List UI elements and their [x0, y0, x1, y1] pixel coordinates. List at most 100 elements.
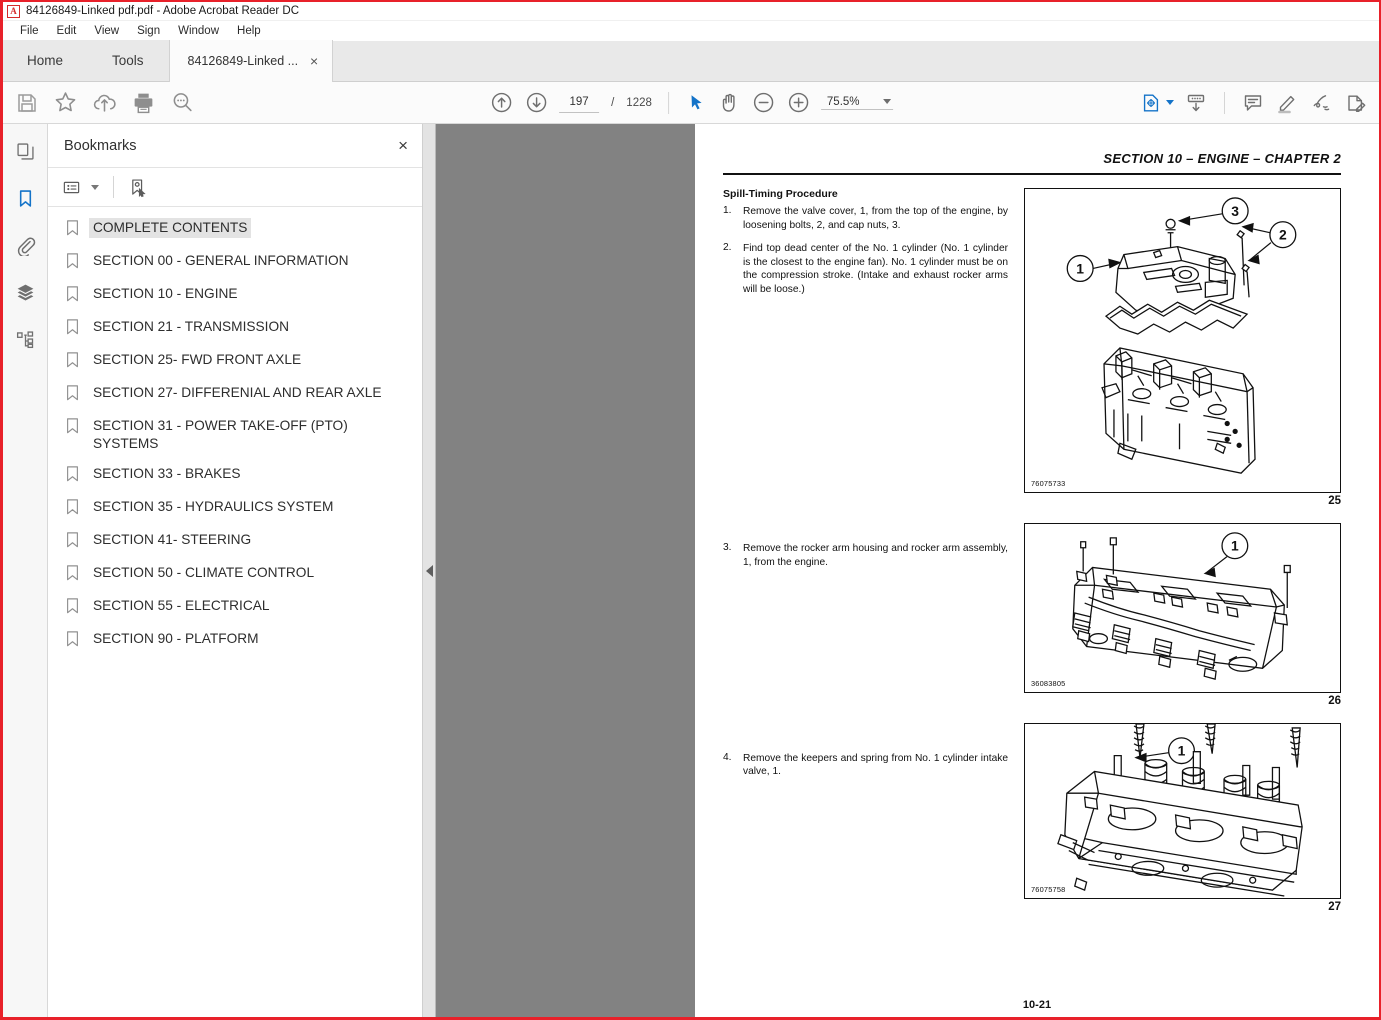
attachments-icon[interactable]: [12, 232, 38, 258]
bookmark-item[interactable]: SECTION 55 - ELECTRICAL: [48, 591, 422, 624]
toolbar-left-group: [3, 90, 195, 115]
procedure-title: Spill-Timing Procedure: [723, 188, 838, 200]
tab-document[interactable]: 84126849-Linked ... ×: [168, 40, 334, 82]
figure-id: 36083805: [1031, 679, 1066, 688]
close-icon[interactable]: ×: [398, 137, 408, 154]
document-viewport[interactable]: SECTION 10 – ENGINE – CHAPTER 2 Spill-Ti…: [436, 124, 1379, 1017]
bookmark-item[interactable]: SECTION 50 - CLIMATE CONTROL: [48, 558, 422, 591]
bookmark-item[interactable]: SECTION 27- DIFFERENIAL AND REAR AXLE: [48, 378, 422, 411]
zoom-in-icon[interactable]: [786, 90, 811, 115]
bookmark-item[interactable]: SECTION 35 - HYDRAULICS SYSTEM: [48, 492, 422, 525]
figure-number: 26: [1328, 695, 1341, 707]
new-bookmark-icon[interactable]: [128, 177, 149, 198]
fill-and-sign-icon[interactable]: [1343, 91, 1367, 115]
search-icon[interactable]: [170, 90, 195, 115]
bookmark-label: SECTION 35 - HYDRAULICS SYSTEM: [93, 499, 334, 515]
bookmark-icon: [66, 220, 79, 241]
chevron-left-icon: [425, 564, 433, 577]
bookmark-item[interactable]: SECTION 21 - TRANSMISSION: [48, 312, 422, 345]
bookmark-item[interactable]: COMPLETE CONTENTS: [48, 213, 422, 246]
bookmarks-icon[interactable]: [12, 185, 38, 211]
select-cursor-icon[interactable]: [685, 92, 707, 114]
figure-callout-1: 1: [1231, 538, 1239, 554]
figure-callout-3: 3: [1231, 203, 1239, 219]
hand-icon[interactable]: [717, 91, 741, 115]
step-text: Find top dead center of the No. 1 cylind…: [743, 243, 1008, 295]
bookmark-icon: [66, 286, 79, 307]
rocker-arm-housing-diagram-icon: 1: [1072, 532, 1291, 680]
scroll-mode-icon[interactable]: [1184, 91, 1208, 115]
bookmarks-panel-header: Bookmarks ×: [48, 124, 422, 168]
bookmark-item[interactable]: SECTION 41- STEERING: [48, 525, 422, 558]
tags-icon[interactable]: [12, 326, 38, 352]
tab-home[interactable]: Home: [3, 40, 89, 81]
page-number-input[interactable]: [559, 92, 600, 113]
fit-page-dropdown-icon[interactable]: [1166, 100, 1174, 105]
bookmark-label: SECTION 00 - GENERAL INFORMATION: [93, 253, 349, 268]
bookmark-icon: [66, 631, 79, 652]
next-page-icon[interactable]: [524, 90, 549, 115]
bookmark-item[interactable]: SECTION 90 - PLATFORM: [48, 624, 422, 657]
step-text: Remove the keepers and spring from No. 1…: [743, 752, 1008, 778]
page-content: Spill-Timing Procedure 1. Remove the val…: [723, 188, 1341, 929]
menu-sign[interactable]: Sign: [128, 24, 169, 38]
menu-help[interactable]: Help: [228, 24, 270, 38]
bookmark-label: SECTION 25- FWD FRONT AXLE: [93, 352, 302, 367]
main-toolbar: / 1228: [3, 82, 1379, 124]
bookmark-item[interactable]: SECTION 31 - POWER TAKE-OFF (PTO) SYSTEM…: [48, 411, 422, 459]
bookmark-item[interactable]: SECTION 00 - GENERAL INFORMATION: [48, 246, 422, 279]
header-rule: [723, 173, 1341, 175]
figure: 1 76075758 27: [1024, 723, 1341, 913]
chevron-down-icon[interactable]: [882, 99, 891, 104]
layers-icon[interactable]: [12, 279, 38, 305]
bookmark-label: SECTION 55 - ELECTRICAL: [93, 598, 270, 614]
figure-number: 25: [1328, 495, 1341, 507]
figure-box: 3 3 2 1 76075733: [1024, 188, 1341, 493]
save-icon[interactable]: [15, 91, 39, 115]
zoom-out-icon[interactable]: [751, 90, 776, 115]
tab-document-label: 84126849-Linked ...: [187, 54, 299, 68]
step-number: 1.: [723, 205, 732, 216]
panel-collapse-handle[interactable]: [423, 124, 436, 1017]
bookmark-options-icon[interactable]: [62, 178, 81, 197]
bookmark-item[interactable]: SECTION 10 - ENGINE: [48, 279, 422, 312]
bookmark-icon: [66, 418, 79, 439]
fit-page-icon[interactable]: [1140, 92, 1162, 114]
star-icon[interactable]: [53, 90, 78, 115]
bookmark-label: SECTION 10 - ENGINE: [93, 286, 238, 301]
step-text: Remove the rocker arm housing and rocker…: [743, 543, 1008, 568]
previous-page-icon[interactable]: [489, 90, 514, 115]
menu-view[interactable]: View: [85, 24, 128, 38]
bookmark-label: SECTION 27- DIFFERENIAL AND REAR AXLE: [93, 385, 382, 400]
window-title: 84126849-Linked pdf.pdf - Adobe Acrobat …: [26, 5, 299, 17]
menu-window[interactable]: Window: [169, 24, 228, 38]
bookmark-item[interactable]: SECTION 33 - BRAKES: [48, 459, 422, 492]
acrobat-logo-icon: A: [7, 4, 20, 18]
bookmark-options-chevron-icon[interactable]: [91, 184, 99, 190]
zoom-level-control[interactable]: 75.5%: [820, 96, 893, 110]
print-icon[interactable]: [131, 90, 156, 115]
page-header: SECTION 10 – ENGINE – CHAPTER 2: [723, 150, 1341, 168]
sign-icon[interactable]: [1309, 91, 1333, 115]
tab-close-icon[interactable]: ×: [310, 54, 318, 68]
navigation-rail: [3, 124, 48, 1017]
bookmark-icon: [66, 466, 79, 487]
menu-bar: File Edit View Sign Window Help: [3, 21, 1379, 41]
procedure-step: 3. Remove the rocker arm housing and roc…: [723, 542, 1008, 569]
figure: 1 36083805 26: [1024, 523, 1341, 707]
figure-callout-1: 1: [1076, 260, 1084, 276]
comment-icon[interactable]: [1241, 91, 1265, 115]
menu-edit[interactable]: Edit: [48, 24, 86, 38]
bookmark-list: COMPLETE CONTENTS SECTION 00 - GENERAL IN…: [48, 207, 422, 1017]
highlight-pen-icon[interactable]: [1275, 91, 1299, 115]
tab-strip: Home Tools 84126849-Linked ... ×: [3, 40, 1379, 82]
page-total: 1228: [626, 96, 652, 109]
bookmark-icon: [66, 565, 79, 586]
bookmark-item[interactable]: SECTION 25- FWD FRONT AXLE: [48, 345, 422, 378]
page-thumbnails-icon[interactable]: [12, 138, 38, 164]
tab-tools[interactable]: Tools: [88, 40, 169, 81]
upload-cloud-icon[interactable]: [92, 90, 117, 115]
menu-file[interactable]: File: [11, 24, 48, 38]
bookmark-label: SECTION 90 - PLATFORM: [93, 631, 259, 647]
step-number: 4.: [723, 751, 732, 763]
